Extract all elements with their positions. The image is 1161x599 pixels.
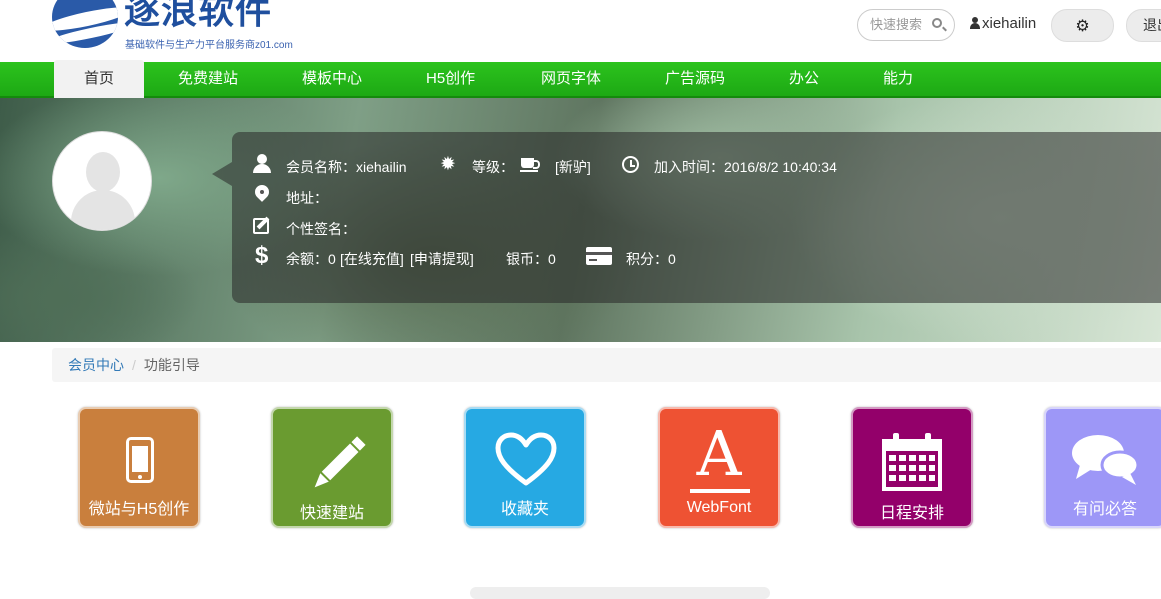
- breadcrumb-separator: /: [132, 357, 136, 373]
- person-icon: [252, 154, 272, 174]
- username-text: xiehailin: [982, 15, 1037, 32]
- profile-row-balance: $ 余额：0 [在线充值] [申请提现] 银币：0 积分：0: [250, 242, 850, 270]
- address-text: 地址：: [286, 190, 328, 206]
- tile-label: 有问必答: [1072, 501, 1137, 518]
- cup-icon: [520, 155, 540, 175]
- join-time: 加入时间：2016/8/2 10:40:34: [654, 159, 837, 175]
- user-profile-link[interactable]: xiehailin: [970, 15, 1036, 32]
- profile-row-basic: 会员名称：xiehailin ✹ 等级： [新驴] 加入时间：2016/8/2 …: [250, 154, 1150, 178]
- breadcrumb-current: 功能引导: [143, 357, 200, 373]
- points-text: 积分：0: [626, 251, 676, 267]
- tile-qa[interactable]: 有问必答: [1044, 407, 1161, 528]
- tile-label: 收藏夹: [500, 501, 549, 518]
- tile-microsite-h5[interactable]: 微站与H5创作: [78, 407, 200, 528]
- tile-quick-site[interactable]: 快速建站: [271, 407, 393, 528]
- gear-icon: ⚙: [1075, 16, 1090, 35]
- logout-button[interactable]: 退出: [1126, 9, 1161, 42]
- logo-title: 逐浪软件: [124, 0, 273, 32]
- tile-label: 快速建站: [299, 505, 364, 522]
- profile-info-box: 会员名称：xiehailin ✹ 等级： [新驴] 加入时间：2016/8/2 …: [212, 132, 1161, 303]
- search-placeholder: 快速搜索: [870, 17, 923, 32]
- signature-text: 个性签名：: [286, 221, 356, 237]
- heart-icon: [495, 432, 557, 486]
- tile-label: WebFont: [686, 499, 752, 516]
- avatar[interactable]: [52, 131, 152, 231]
- top-header: 逐浪软件 基础软件与生产力平台服务商z01.com 快速搜索 xiehailin…: [0, 0, 1161, 62]
- quick-search-input[interactable]: 快速搜索: [857, 9, 955, 41]
- tile-schedule[interactable]: 日程安排: [851, 407, 973, 528]
- level-label: 等级：: [472, 159, 514, 175]
- search-icon[interactable]: [932, 18, 942, 28]
- badge-icon: ✹: [440, 153, 456, 175]
- nav-item-h5[interactable]: H5创作: [426, 62, 475, 96]
- logo-wave-icon: [52, 0, 118, 48]
- edit-icon[interactable]: [253, 218, 269, 234]
- profile-banner: 会员名称：xiehailin ✹ 等级： [新驴] 加入时间：2016/8/2 …: [0, 98, 1161, 342]
- member-name: 会员名称：xiehailin: [286, 159, 407, 175]
- profile-row-address: 地址：: [250, 185, 650, 209]
- nav-item-ability[interactable]: 能力: [883, 62, 913, 96]
- settings-button[interactable]: ⚙: [1051, 9, 1114, 42]
- dollar-icon: $: [255, 242, 269, 269]
- silver-text: 银币：0: [506, 251, 556, 267]
- nav-item-home[interactable]: 首页: [54, 60, 144, 98]
- location-pin-icon: [253, 185, 273, 205]
- nav-item-webfont[interactable]: 网页字体: [541, 62, 601, 96]
- logo-subtitle: 基础软件与生产力平台服务商z01.com: [125, 40, 293, 51]
- level-value: [新驴]: [555, 159, 591, 175]
- font-underline: [690, 489, 750, 493]
- breadcrumb-member-center[interactable]: 会员中心: [68, 357, 124, 373]
- nav-item-ad-source[interactable]: 广告源码: [665, 62, 725, 96]
- main-nav: 首页 免费建站 模板中心 H5创作 网页字体 广告源码 办公 能力: [0, 60, 1161, 98]
- balance-text: 余额：0: [286, 251, 336, 267]
- site-logo[interactable]: 逐浪软件 基础软件与生产力平台服务商z01.com: [52, 0, 302, 51]
- phone-icon: [126, 437, 154, 483]
- clock-icon: [622, 156, 639, 173]
- tile-webfont[interactable]: A WebFont: [658, 407, 780, 528]
- profile-row-signature: 个性签名：: [250, 216, 650, 240]
- chat-icon: [1072, 435, 1140, 485]
- breadcrumb: 会员中心 / 功能引导: [52, 348, 1161, 382]
- nav-item-office[interactable]: 办公: [789, 62, 819, 96]
- nav-item-templates[interactable]: 模板中心: [302, 62, 362, 96]
- font-a-icon: A: [696, 417, 742, 490]
- user-icon: [970, 17, 980, 29]
- tile-label: 微站与H5创作: [88, 501, 190, 518]
- credit-card-icon: [586, 247, 612, 265]
- bottom-panel-edge: [470, 587, 770, 599]
- tile-favorites[interactable]: 收藏夹: [464, 407, 586, 528]
- withdraw-link[interactable]: [申请提现]: [410, 249, 474, 269]
- nav-item-free-site[interactable]: 免费建站: [178, 62, 238, 96]
- tile-label: 日程安排: [879, 505, 944, 522]
- calendar-icon: [882, 433, 942, 491]
- pencil-icon: [314, 436, 366, 488]
- recharge-link[interactable]: [在线充值]: [340, 249, 404, 269]
